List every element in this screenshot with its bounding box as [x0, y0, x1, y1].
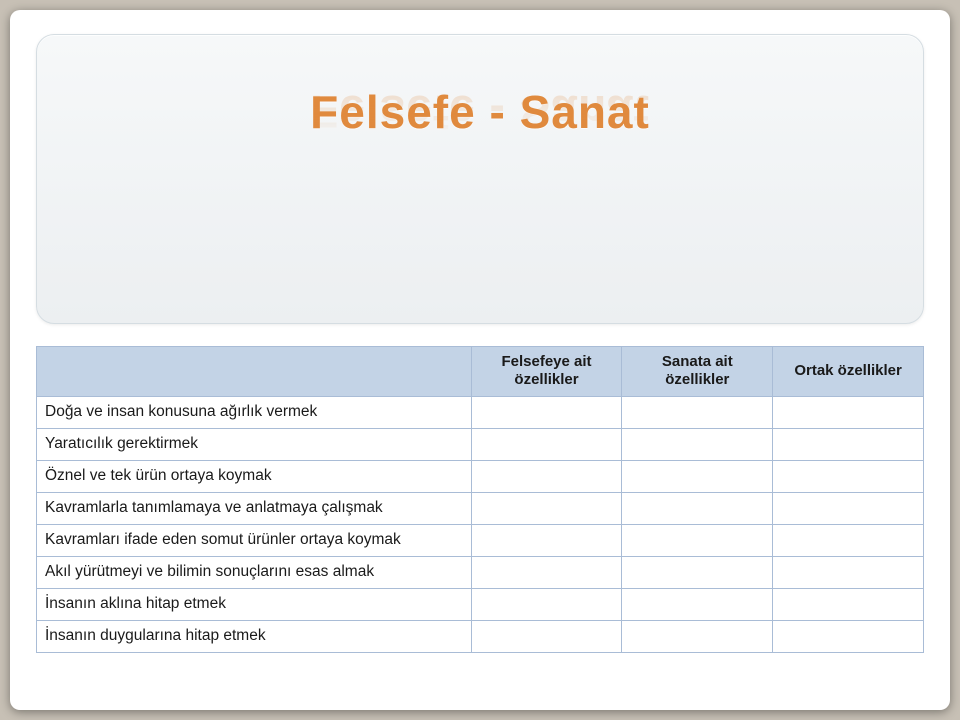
slide-title: Felsefe - Sanat — [310, 85, 650, 139]
cell — [622, 589, 773, 621]
table-row: Yaratıcılık gerektirmek — [37, 429, 924, 461]
cell — [622, 493, 773, 525]
table-row: Akıl yürütmeyi ve bilimin sonuçlarını es… — [37, 557, 924, 589]
row-label: Kavramları ifade eden somut ürünler orta… — [37, 525, 472, 557]
cell — [773, 429, 924, 461]
cell — [622, 397, 773, 429]
table-header-row: Felsefeye ait özellikler Sanata ait özel… — [37, 347, 924, 397]
cell — [773, 461, 924, 493]
header-felsefe: Felsefeye ait özellikler — [471, 347, 622, 397]
table-row: İnsanın duygularına hitap etmek — [37, 621, 924, 653]
comparison-table: Felsefeye ait özellikler Sanata ait özel… — [36, 346, 924, 653]
cell — [622, 525, 773, 557]
cell — [471, 557, 622, 589]
cell — [622, 461, 773, 493]
cell — [773, 397, 924, 429]
table-row: İnsanın aklına hitap etmek — [37, 589, 924, 621]
header-ortak: Ortak özellikler — [773, 347, 924, 397]
cell — [622, 557, 773, 589]
cell — [471, 621, 622, 653]
row-label: Kavramlarla tanımlamaya ve anlatmaya çal… — [37, 493, 472, 525]
row-label: Öznel ve tek ürün ortaya koymak — [37, 461, 472, 493]
cell — [773, 621, 924, 653]
slide: Felsefe - Sanat Felsefe - Sanat Felsefey… — [10, 10, 950, 710]
cell — [471, 429, 622, 461]
title-wrap: Felsefe - Sanat Felsefe - Sanat — [310, 85, 650, 139]
header-empty — [37, 347, 472, 397]
cell — [471, 397, 622, 429]
table-row: Kavramları ifade eden somut ürünler orta… — [37, 525, 924, 557]
row-label: İnsanın aklına hitap etmek — [37, 589, 472, 621]
cell — [622, 429, 773, 461]
table-row: Doğa ve insan konusuna ağırlık vermek — [37, 397, 924, 429]
cell — [471, 589, 622, 621]
row-label: Yaratıcılık gerektirmek — [37, 429, 472, 461]
title-card: Felsefe - Sanat Felsefe - Sanat — [36, 34, 924, 324]
comparison-table-wrap: Felsefeye ait özellikler Sanata ait özel… — [36, 346, 924, 653]
table-row: Kavramlarla tanımlamaya ve anlatmaya çal… — [37, 493, 924, 525]
row-label: İnsanın duygularına hitap etmek — [37, 621, 472, 653]
cell — [773, 525, 924, 557]
cell — [622, 621, 773, 653]
cell — [471, 525, 622, 557]
cell — [471, 461, 622, 493]
row-label: Doğa ve insan konusuna ağırlık vermek — [37, 397, 472, 429]
cell — [471, 493, 622, 525]
table-row: Öznel ve tek ürün ortaya koymak — [37, 461, 924, 493]
cell — [773, 493, 924, 525]
header-sanat: Sanata ait özellikler — [622, 347, 773, 397]
cell — [773, 557, 924, 589]
cell — [773, 589, 924, 621]
row-label: Akıl yürütmeyi ve bilimin sonuçlarını es… — [37, 557, 472, 589]
